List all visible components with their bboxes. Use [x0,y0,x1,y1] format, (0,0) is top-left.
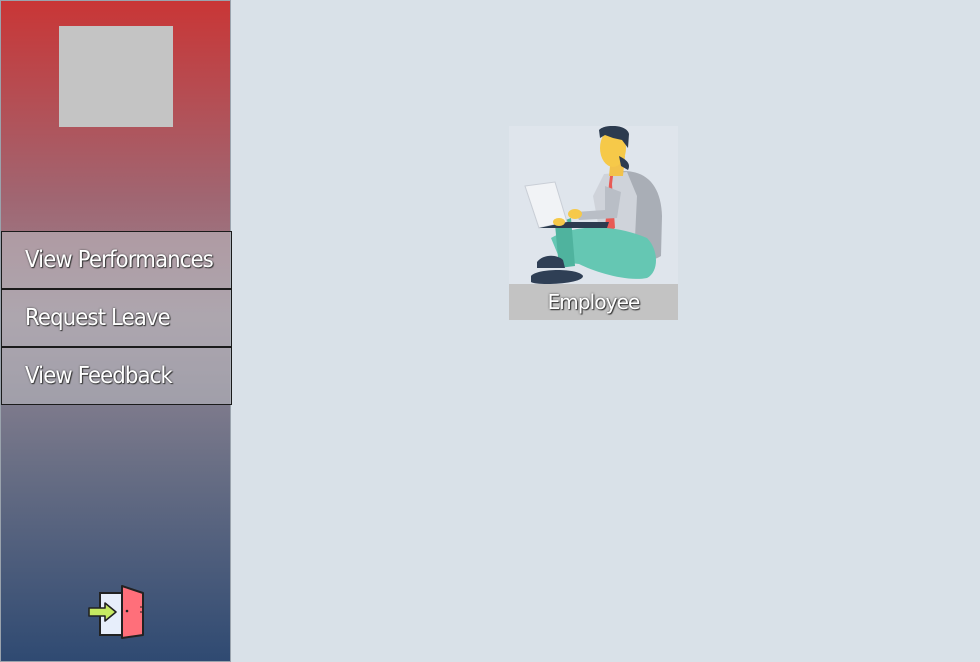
sidebar: View Performances Request Leave View Fee… [0,0,232,662]
view-feedback-label: View Feedback [25,363,173,389]
profile-card[interactable]: Employee [509,126,678,320]
view-performances-label: View Performances [25,247,214,273]
view-performances-button[interactable]: View Performances [1,231,232,289]
employee-avatar-illustration [509,126,678,286]
role-label: Employee [547,290,641,314]
view-feedback-button[interactable]: View Feedback [1,347,232,405]
logo-placeholder [59,26,173,127]
request-leave-label: Request Leave [25,305,171,331]
logout-door-icon [88,585,144,639]
logout-button[interactable] [87,583,147,641]
request-leave-button[interactable]: Request Leave [1,289,232,347]
role-label-bar: Employee [509,284,678,320]
